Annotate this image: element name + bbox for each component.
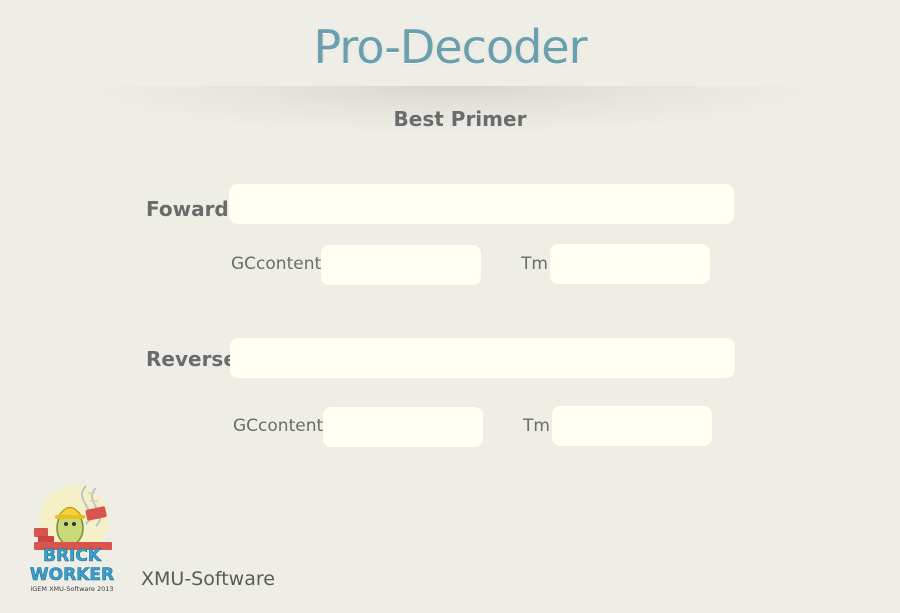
logo-line2: WORKER [30, 565, 114, 585]
logo-caption: iGEM XMU-Software 2013 [30, 585, 113, 593]
footer-text: XMU-Software [141, 568, 275, 590]
forward-sequence-input[interactable] [229, 184, 734, 224]
forward-gc-input[interactable] [321, 245, 481, 285]
forward-tm-input[interactable] [550, 244, 710, 284]
reverse-sequence-input[interactable] [230, 338, 735, 378]
logo-line1: BRICK [43, 546, 102, 566]
reverse-tm-label: Tm [523, 416, 550, 436]
forward-tm-label: Tm [521, 254, 548, 274]
app-title: Pro-Decoder [313, 20, 588, 74]
reverse-gc-input[interactable] [323, 407, 483, 447]
reverse-gc-label: GCcontent [233, 416, 324, 436]
forward-gc-label: GCcontent [231, 254, 322, 274]
forward-label: Foward [146, 197, 229, 221]
reverse-label: Reverse [146, 347, 237, 371]
section-title: Best Primer [393, 107, 527, 131]
reverse-tm-input[interactable] [552, 406, 712, 446]
brick-worker-logo: BRICK WORKER iGEM XMU-Software 2013 [24, 484, 120, 596]
